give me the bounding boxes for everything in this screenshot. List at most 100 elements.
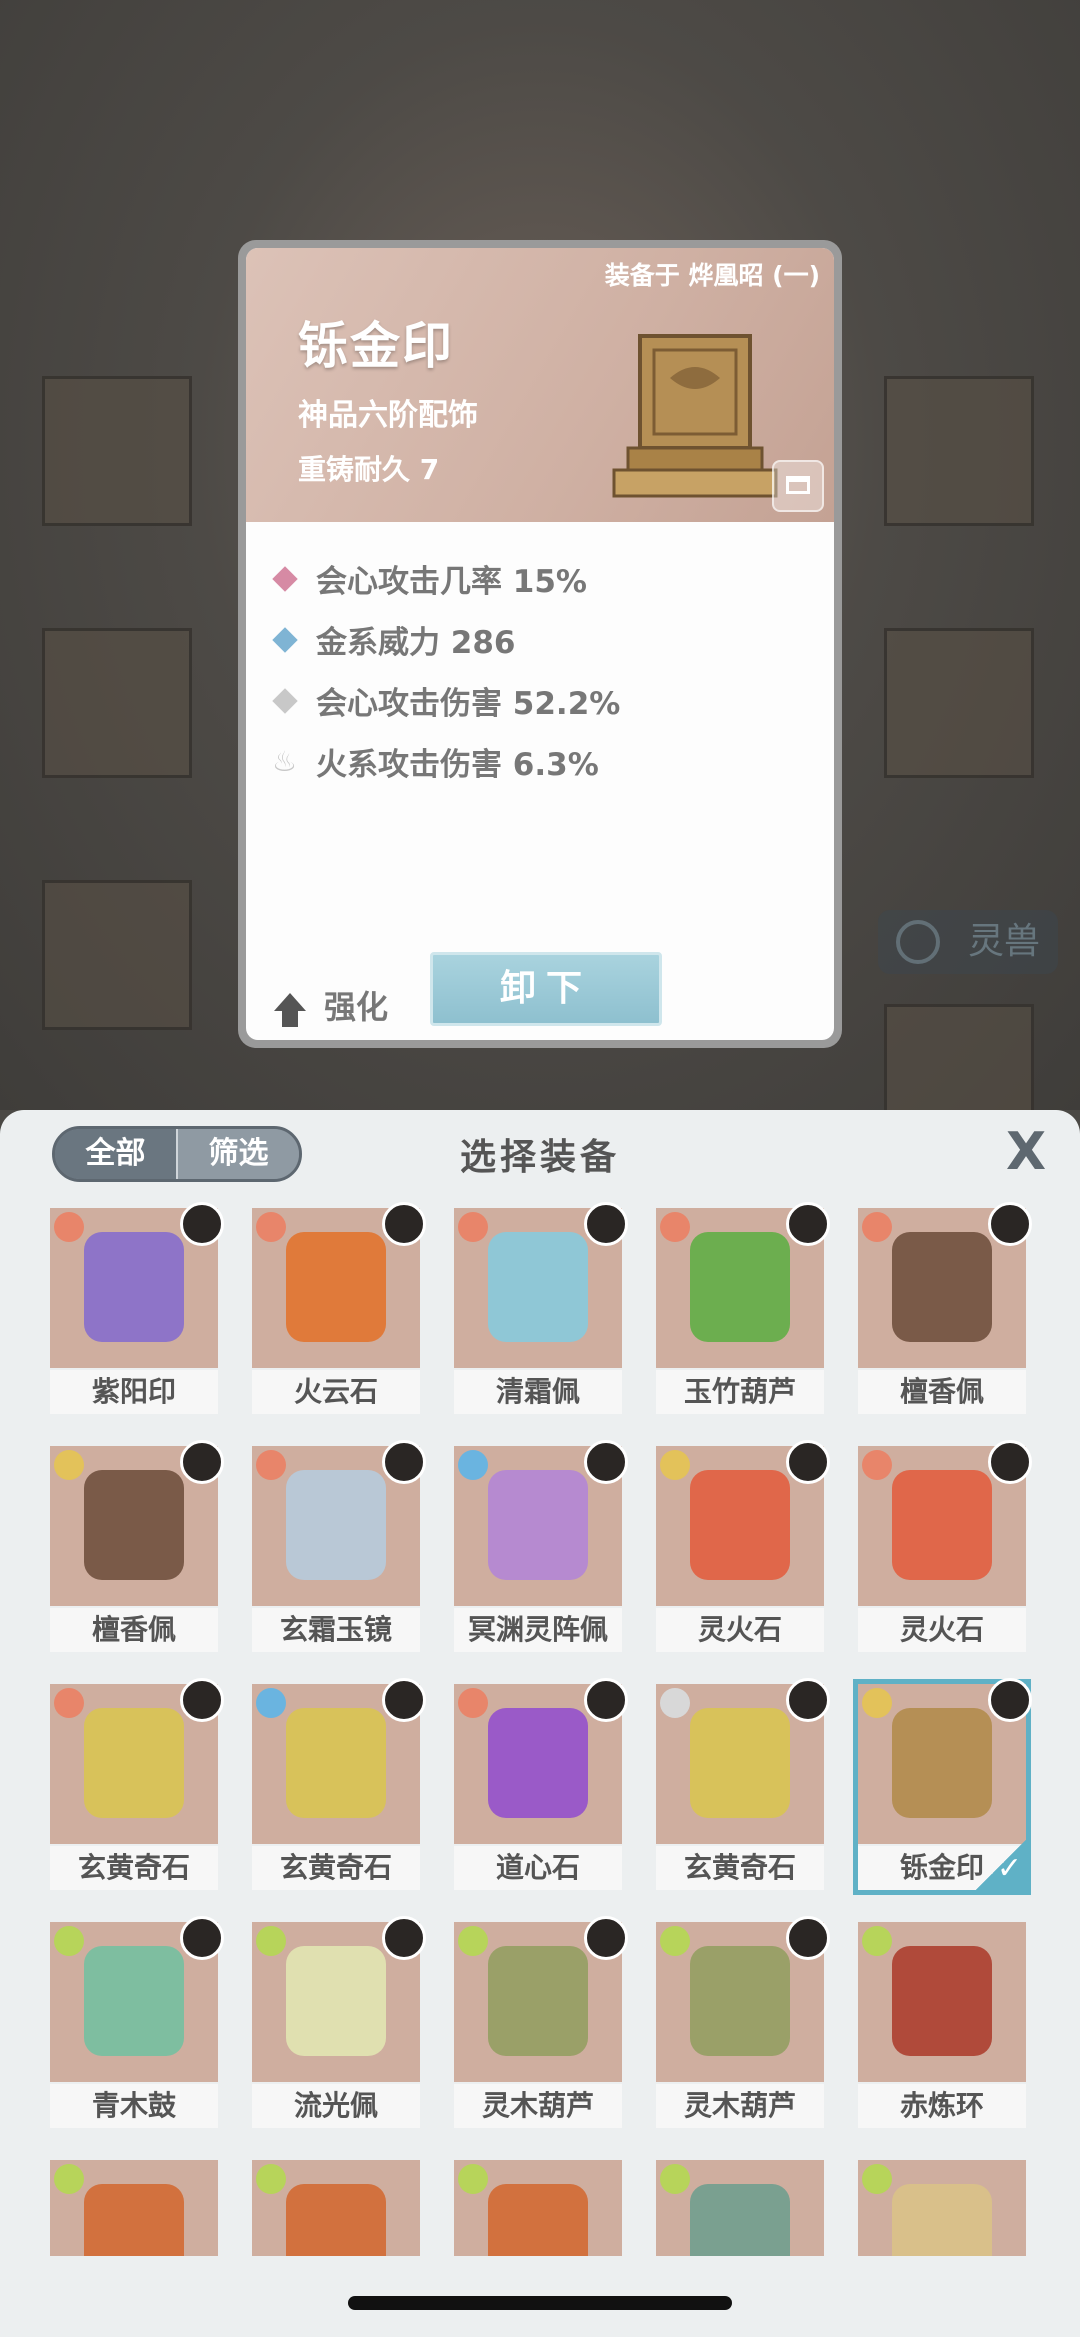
owner-portrait-icon	[382, 1440, 426, 1484]
equipment-shape	[286, 1232, 386, 1342]
owner-portrait-icon	[988, 1440, 1032, 1484]
owner-portrait-icon	[584, 1678, 628, 1722]
equipment-name: 青木鼓	[50, 2084, 218, 2128]
equipment-card[interactable]	[454, 2160, 622, 2256]
equipment-card[interactable]: 铄金印 ✓	[853, 1678, 1032, 1895]
enhance-button[interactable]: 强化	[274, 976, 388, 1028]
owner-portrait-icon	[382, 1678, 426, 1722]
unequip-button[interactable]: 卸下	[430, 952, 662, 1026]
equipment-card[interactable]: 赤炼环	[858, 1922, 1026, 2128]
item-name: 铄金印	[298, 317, 454, 375]
equipment-card[interactable]: 灵木葫芦	[656, 1916, 830, 2128]
equipment-card[interactable]: 灵火石	[858, 1440, 1032, 1652]
lock-icon[interactable]	[772, 460, 824, 512]
equipment-detail-card: 装备于 烨凰昭 (一) 铄金印 神品六阶配饰 重铸耐久 7 会心攻击几率 15%…	[238, 240, 842, 1048]
equipment-card[interactable]: 玄黄奇石	[252, 1678, 426, 1890]
equipment-shape	[488, 2184, 588, 2256]
equipment-card[interactable]	[50, 2160, 218, 2256]
element-badge-icon	[660, 2164, 690, 2194]
equipment-name: 檀香佩	[50, 1608, 218, 1652]
equipment-card[interactable]: 灵火石	[656, 1440, 830, 1652]
element-badge-icon	[862, 1688, 892, 1718]
equipment-card[interactable]: 玉竹葫芦	[656, 1202, 830, 1414]
spirit-beast-icon	[896, 920, 940, 964]
element-badge-icon	[54, 1450, 84, 1480]
equipment-card[interactable]: 玄黄奇石	[656, 1678, 830, 1890]
equipment-card[interactable]: 道心石	[454, 1678, 628, 1890]
crit-damage-diamond-icon	[272, 687, 298, 714]
element-badge-icon	[458, 1688, 488, 1718]
equipment-card[interactable]: 流光佩	[252, 1916, 426, 2128]
stat-row: 金系威力 286	[270, 609, 620, 670]
equipment-name: 灵木葫芦	[454, 2084, 622, 2128]
equipment-shape	[892, 1708, 992, 1818]
owner-portrait-icon	[786, 1202, 830, 1246]
close-icon[interactable]: X	[1002, 1126, 1050, 1178]
equipment-card[interactable]: 灵木葫芦	[454, 1916, 628, 2128]
equipment-card[interactable]: 清霜佩	[454, 1202, 628, 1414]
owner-portrait-icon	[382, 1916, 426, 1960]
enhance-label: 强化	[324, 988, 389, 1026]
equipment-card[interactable]: 檀香佩	[858, 1202, 1032, 1414]
equipment-name: 玄霜玉镜	[252, 1608, 420, 1652]
equipment-shape	[84, 2184, 184, 2256]
equipment-shape	[286, 2184, 386, 2256]
equipment-shape	[488, 1946, 588, 2056]
equipment-shape	[690, 1232, 790, 1342]
equipment-shape	[84, 1470, 184, 1580]
equipment-detail-panel: 装备于 烨凰昭 (一) 铄金印 神品六阶配饰 重铸耐久 7 会心攻击几率 15%…	[246, 248, 834, 1040]
equipment-shape	[84, 1708, 184, 1818]
element-badge-icon	[660, 1212, 690, 1242]
element-badge-icon	[256, 2164, 286, 2194]
element-badge-icon	[660, 1450, 690, 1480]
equipment-card[interactable]: 紫阳印	[50, 1202, 224, 1414]
equipment-name: 火云石	[252, 1370, 420, 1414]
equipment-name: 冥渊灵阵佩	[454, 1608, 622, 1652]
element-badge-icon	[862, 1212, 892, 1242]
equipment-card[interactable]: 檀香佩	[50, 1440, 224, 1652]
element-badge-icon	[54, 1926, 84, 1956]
equipment-shape	[488, 1470, 588, 1580]
select-equipment-sheet: 全部 筛选 选择装备 X 紫阳印 火云石 清霜佩 玉竹葫芦 檀香佩 檀香佩 玄霜玉镜 冥渊灵阵…	[0, 1110, 1080, 2337]
element-badge-icon	[458, 1450, 488, 1480]
element-badge-icon	[256, 1688, 286, 1718]
flame-icon: ♨	[272, 744, 298, 778]
equipment-shape	[690, 1470, 790, 1580]
element-badge-icon	[458, 1926, 488, 1956]
equipment-name: 灵火石	[858, 1608, 1026, 1652]
equipment-card[interactable]: 玄黄奇石	[50, 1678, 224, 1890]
equipment-card[interactable]	[252, 2160, 420, 2256]
equipment-shape	[892, 1470, 992, 1580]
equipment-name: 玄黄奇石	[252, 1846, 420, 1890]
owner-portrait-icon	[180, 1202, 224, 1246]
equipment-name: 灵木葫芦	[656, 2084, 824, 2128]
equipment-card[interactable]: 火云石	[252, 1202, 426, 1414]
stat-row: 会心攻击几率 15%	[270, 548, 620, 609]
background-slot	[42, 376, 192, 526]
spirit-beast-tab: 灵兽	[878, 910, 1058, 974]
equipment-card[interactable]: 青木鼓	[50, 1916, 224, 2128]
equipment-name: 道心石	[454, 1846, 622, 1890]
equipment-name: 赤炼环	[858, 2084, 1026, 2128]
equipment-shape	[488, 1232, 588, 1342]
element-badge-icon	[256, 1926, 286, 1956]
equipment-shape	[892, 1946, 992, 2056]
equipment-card[interactable]	[858, 2160, 1026, 2256]
equipment-shape	[84, 1232, 184, 1342]
equipment-card[interactable]: 玄霜玉镜	[252, 1440, 426, 1652]
element-badge-icon	[54, 2164, 84, 2194]
element-badge-icon	[54, 1212, 84, 1242]
background-slot	[42, 628, 192, 778]
equipment-card[interactable]: 冥渊灵阵佩	[454, 1440, 628, 1652]
equipment-card[interactable]	[656, 2160, 824, 2256]
equipment-shape	[690, 2184, 790, 2256]
equipment-shape	[690, 1708, 790, 1818]
sheet-title: 选择装备	[459, 1137, 620, 1178]
home-indicator	[348, 2296, 732, 2310]
owner-portrait-icon	[584, 1202, 628, 1246]
equipment-name: 玉竹葫芦	[656, 1370, 824, 1414]
item-reforge-durability: 重铸耐久 7	[298, 453, 440, 486]
equipment-name: 清霜佩	[454, 1370, 622, 1414]
stat-row: 会心攻击伤害 52.2%	[270, 670, 620, 731]
element-badge-icon	[862, 1450, 892, 1480]
